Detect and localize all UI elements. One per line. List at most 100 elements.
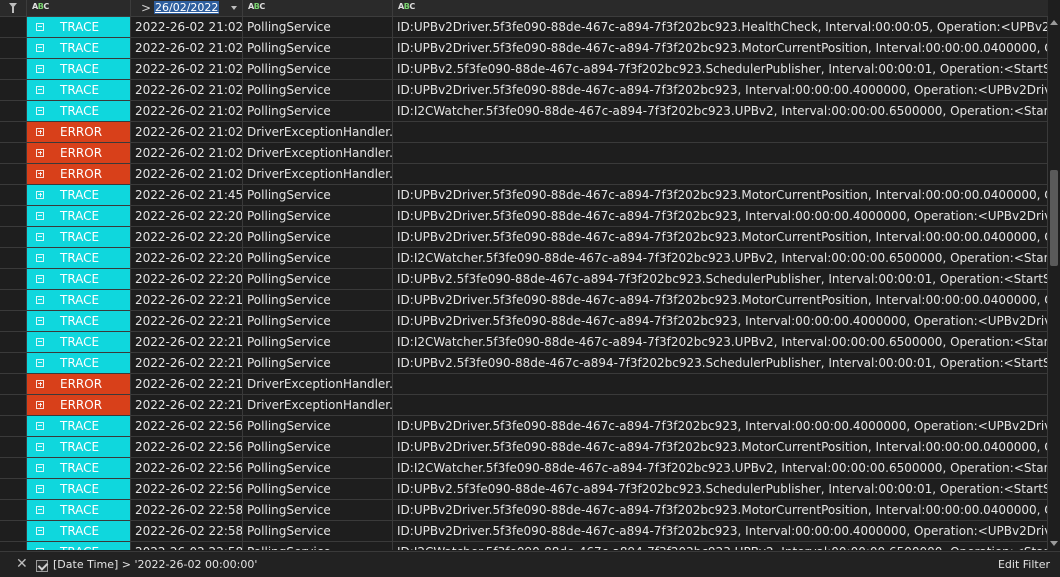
source-cell[interactable]: PollingService (243, 332, 393, 353)
table-row[interactable]: TRACE 2022-26-02 22:21:21PollingServiceID… (0, 353, 1048, 374)
collapse-icon[interactable] (36, 485, 44, 493)
level-cell[interactable]: TRACE (27, 521, 131, 542)
level-cell[interactable]: TRACE (27, 248, 131, 269)
level-cell[interactable]: TRACE (27, 353, 131, 374)
level-cell[interactable]: TRACE (27, 206, 131, 227)
message-cell[interactable]: ID:UPBv2Driver.5f3fe090-88de-467c-a894-7… (393, 290, 1048, 311)
collapse-icon[interactable] (36, 296, 44, 304)
date-cell[interactable]: 2022-26-02 22:20:32 (131, 206, 243, 227)
source-cell[interactable]: DriverExceptionHandler... (243, 374, 393, 395)
log-grid[interactable]: TRACE2022-26-02 21:02:21PollingServiceID… (0, 17, 1048, 550)
table-row[interactable]: TRACE 2022-26-02 21:02:21PollingServiceID… (0, 17, 1048, 38)
source-cell[interactable]: DriverExceptionHandler... (243, 395, 393, 416)
source-cell[interactable]: PollingService (243, 185, 393, 206)
table-row[interactable]: TRACE 2022-26-02 21:02:21PollingServiceID… (0, 101, 1048, 122)
row-indicator[interactable] (0, 311, 27, 332)
source-cell[interactable]: PollingService (243, 101, 393, 122)
level-cell[interactable]: TRACE (27, 479, 131, 500)
table-row[interactable]: TRACE 2022-26-02 22:56:11PollingServiceID… (0, 416, 1048, 437)
level-cell[interactable]: TRACE (27, 80, 131, 101)
collapse-icon[interactable] (36, 422, 44, 430)
message-cell[interactable]: ID:I2CWatcher.5f3fe090-88de-467c-a894-7f… (393, 458, 1048, 479)
source-cell[interactable]: PollingService (243, 227, 393, 248)
collapse-icon[interactable] (36, 506, 44, 514)
date-cell[interactable]: 2022-26-02 22:58:29 (131, 542, 243, 550)
row-indicator[interactable] (0, 416, 27, 437)
collapse-icon[interactable] (36, 443, 44, 451)
message-cell[interactable]: ID:UPBv2.5f3fe090-88de-467c-a894-7f3f202… (393, 269, 1048, 290)
filter-cell-message[interactable]: ABC (393, 0, 1048, 16)
row-indicator[interactable] (0, 290, 27, 311)
scrollbar-thumb[interactable] (1050, 170, 1058, 266)
level-cell[interactable]: ERROR (27, 122, 131, 143)
source-cell[interactable]: PollingService (243, 248, 393, 269)
collapse-icon[interactable] (36, 548, 44, 550)
date-cell[interactable]: 2022-26-02 22:21:21 (131, 311, 243, 332)
row-indicator[interactable] (0, 122, 27, 143)
date-cell[interactable]: 2022-26-02 21:02:21 (131, 101, 243, 122)
collapse-icon[interactable] (36, 527, 44, 535)
source-cell[interactable]: PollingService (243, 206, 393, 227)
collapse-icon[interactable] (36, 338, 44, 346)
date-cell[interactable]: 2022-26-02 22:20:32 (131, 227, 243, 248)
expand-icon[interactable] (36, 380, 44, 388)
expand-icon[interactable] (36, 149, 44, 157)
row-indicator[interactable] (0, 185, 27, 206)
collapse-icon[interactable] (36, 275, 44, 283)
message-cell[interactable]: ID:UPBv2Driver.5f3fe090-88de-467c-a894-7… (393, 521, 1048, 542)
message-cell[interactable]: ID:UPBv2Driver.5f3fe090-88de-467c-a894-7… (393, 227, 1048, 248)
message-cell[interactable] (393, 122, 1048, 143)
date-cell[interactable]: 2022-26-02 22:21:22 (131, 374, 243, 395)
row-indicator[interactable] (0, 17, 27, 38)
close-icon[interactable]: ✕ (16, 555, 28, 573)
message-cell[interactable] (393, 395, 1048, 416)
date-cell[interactable]: 2022-26-02 22:21:21 (131, 353, 243, 374)
scroll-up-icon[interactable] (1050, 20, 1058, 25)
vertical-scrollbar[interactable] (1048, 17, 1060, 550)
table-row[interactable]: TRACE 2022-26-02 22:21:21PollingServiceID… (0, 332, 1048, 353)
row-indicator[interactable] (0, 38, 27, 59)
source-cell[interactable]: PollingService (243, 353, 393, 374)
table-row[interactable]: TRACE 2022-26-02 22:20:32PollingServiceID… (0, 206, 1048, 227)
level-cell[interactable]: TRACE (27, 185, 131, 206)
level-cell[interactable]: TRACE (27, 101, 131, 122)
level-cell[interactable]: TRACE (27, 311, 131, 332)
row-indicator[interactable] (0, 437, 27, 458)
level-cell[interactable]: TRACE (27, 437, 131, 458)
date-cell[interactable]: 2022-26-02 21:02:25 (131, 122, 243, 143)
source-cell[interactable]: DriverExceptionHandler... (243, 143, 393, 164)
filter-icon[interactable] (9, 3, 17, 13)
table-row[interactable]: TRACE 2022-26-02 21:02:21PollingServiceID… (0, 80, 1048, 101)
source-cell[interactable]: PollingService (243, 416, 393, 437)
date-cell[interactable]: 2022-26-02 22:21:22 (131, 395, 243, 416)
row-indicator[interactable] (0, 269, 27, 290)
filter-cell-source[interactable]: ABC (243, 0, 393, 16)
table-row[interactable]: ERROR 2022-26-02 22:21:22DriverExceptionH… (0, 395, 1048, 416)
level-cell[interactable]: TRACE (27, 500, 131, 521)
collapse-icon[interactable] (36, 44, 44, 52)
level-cell[interactable]: ERROR (27, 374, 131, 395)
expand-icon[interactable] (36, 128, 44, 136)
table-row[interactable]: TRACE 2022-26-02 22:56:11PollingServiceID… (0, 437, 1048, 458)
date-cell[interactable]: 2022-26-02 22:21:21 (131, 290, 243, 311)
source-cell[interactable]: PollingService (243, 290, 393, 311)
date-cell[interactable]: 2022-26-02 21:02:25 (131, 143, 243, 164)
message-cell[interactable]: ID:UPBv2Driver.5f3fe090-88de-467c-a894-7… (393, 185, 1048, 206)
date-cell[interactable]: 2022-26-02 21:02:52 (131, 164, 243, 185)
table-row[interactable]: TRACE 2022-26-02 22:20:32PollingServiceID… (0, 248, 1048, 269)
level-cell[interactable]: ERROR (27, 164, 131, 185)
table-row[interactable]: ERROR 2022-26-02 21:02:25DriverExceptionH… (0, 122, 1048, 143)
table-row[interactable]: TRACE 2022-26-02 22:20:32PollingServiceID… (0, 227, 1048, 248)
table-row[interactable]: TRACE 2022-26-02 21:02:21PollingServiceID… (0, 59, 1048, 80)
row-indicator[interactable] (0, 500, 27, 521)
collapse-icon[interactable] (36, 65, 44, 73)
collapse-icon[interactable] (36, 233, 44, 241)
date-cell[interactable]: 2022-26-02 21:02:21 (131, 59, 243, 80)
message-cell[interactable]: ID:UPBv2Driver.5f3fe090-88de-467c-a894-7… (393, 437, 1048, 458)
message-cell[interactable]: ID:UPBv2Driver.5f3fe090-88de-467c-a894-7… (393, 416, 1048, 437)
message-cell[interactable] (393, 143, 1048, 164)
date-cell[interactable]: 2022-26-02 22:56:11 (131, 416, 243, 437)
date-cell[interactable]: 2022-26-02 21:45:24 (131, 185, 243, 206)
collapse-icon[interactable] (36, 107, 44, 115)
level-cell[interactable]: TRACE (27, 332, 131, 353)
